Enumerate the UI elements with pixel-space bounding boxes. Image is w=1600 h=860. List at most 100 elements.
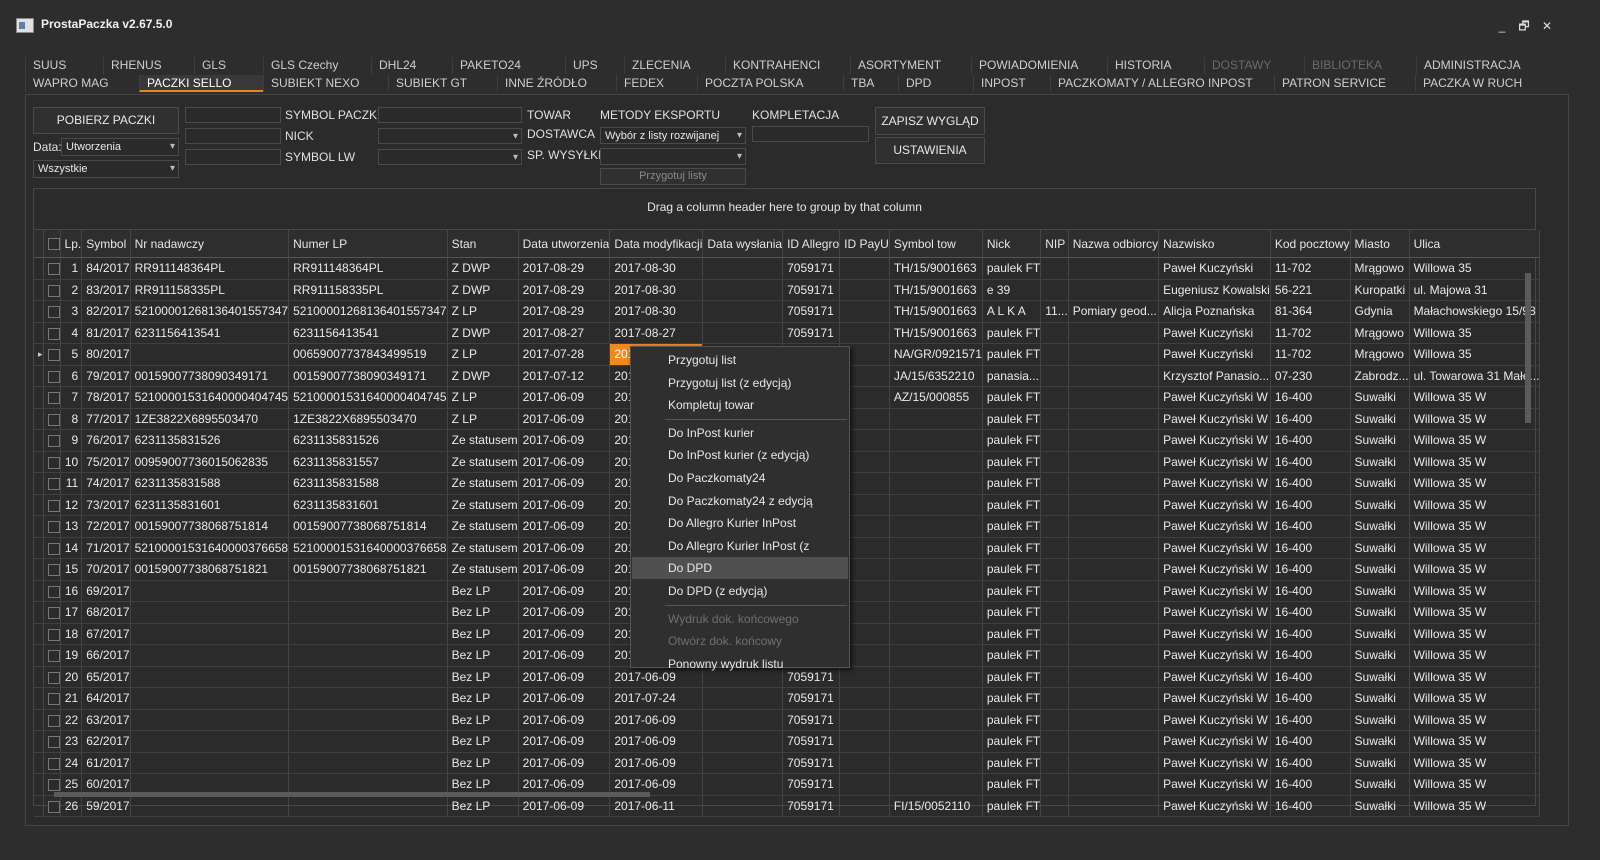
row-checkbox-cell[interactable] [43,515,61,538]
maximize-button[interactable]: 🗗 [1515,18,1533,34]
cell-kod[interactable]: 11-702 [1270,343,1351,366]
cell-nazwisko[interactable]: Paweł Kuczyński W [1158,494,1271,516]
row-checkbox[interactable] [47,542,60,555]
cell-symtow[interactable]: TH/15/9001663 [889,300,983,323]
column-header-data-utworzenia[interactable]: Data utworzenia [518,230,611,258]
cell-ulica[interactable]: ul. Towarowa 31 Małe... [1409,365,1541,387]
cell-kod[interactable]: 81-364 [1270,300,1351,323]
tab-gls[interactable]: GLS [194,57,263,74]
cell-symtow[interactable]: TH/15/9001663 [889,257,983,280]
cell-kod[interactable]: 16-400 [1270,558,1351,581]
row-checkbox[interactable] [47,671,60,684]
cell-nip[interactable] [1040,601,1069,624]
cell-nazwisko[interactable]: Paweł Kuczyński W [1158,666,1271,688]
cell-payu[interactable] [839,730,890,753]
menu-item-przygotuj-list[interactable]: Przygotuj list [632,349,848,371]
tab-paczka-w-ruch[interactable]: PACZKA W RUCH [1415,75,1565,92]
cell-lp[interactable]: 3 [60,300,83,323]
cell-ulica[interactable]: Willowa 35 W [1409,494,1541,516]
cell-nip[interactable] [1040,687,1069,710]
cell-created[interactable]: 2017-06-09 [518,537,611,559]
cell-nr[interactable]: 6231156413541 [130,322,290,344]
cell-nick[interactable]: paulek FT [982,408,1042,430]
row-checkbox-cell[interactable] [43,709,61,731]
cell-nick[interactable]: paulek FT [982,386,1042,409]
tab-inne-źródło[interactable]: INNE ŹRÓDŁO [497,75,616,92]
menu-item-do-inpost-kurier-z-edycj[interactable]: Do InPost kurier (z edycją) [632,444,848,466]
cell-lp[interactable]: 14 [60,537,83,559]
close-button[interactable]: ✕ [1538,18,1556,34]
cell-nick[interactable]: paulek FT [982,687,1042,710]
cell-miasto[interactable]: Suwałki [1350,752,1410,774]
cell-symtow[interactable]: TH/15/9001663 [889,279,983,301]
cell-nazwisko[interactable]: Paweł Kuczyński W [1158,580,1271,602]
cell-modified[interactable]: 2017-06-09 [609,752,704,774]
cell-kod[interactable]: 07-230 [1270,365,1351,387]
cell-odbiorca[interactable] [1068,580,1160,602]
row-checkbox-cell[interactable] [43,343,61,366]
cell-payu[interactable] [839,752,890,774]
cell-nazwisko[interactable]: Paweł Kuczyński W [1158,752,1271,774]
cell-kod[interactable]: 11-702 [1270,257,1351,280]
cell-nip[interactable] [1040,558,1069,581]
cell-symbol[interactable]: 69/2017 [81,580,131,602]
tab-paczki-sello[interactable]: PACZKI SELLO [139,75,263,92]
search-input-2[interactable] [185,128,281,144]
cell-nip[interactable] [1040,386,1069,409]
cell-kod[interactable]: 16-400 [1270,386,1351,409]
cell-ulica[interactable]: Willowa 35 [1409,343,1541,366]
cell-miasto[interactable]: Suwałki [1350,709,1410,731]
cell-nick[interactable]: paulek FT [982,558,1042,581]
cell-nick[interactable]: paulek FT [982,343,1042,366]
row-checkbox[interactable] [47,435,60,448]
cell-kod[interactable]: 16-400 [1270,644,1351,667]
cell-created[interactable]: 2017-06-09 [518,408,611,430]
cell-ulica[interactable]: Willowa 35 W [1409,408,1541,430]
cell-ulica[interactable]: Willowa 35 W [1409,451,1541,473]
cell-lp_num[interactable] [288,730,448,753]
cell-symtow[interactable] [889,429,983,452]
cell-nick[interactable]: paulek FT [982,537,1042,559]
cell-nazwisko[interactable]: Paweł Kuczyński [1158,257,1271,280]
cell-created[interactable]: 2017-06-09 [518,515,611,538]
cell-kod[interactable]: 11-702 [1270,322,1351,344]
cell-stan[interactable]: Z DWP [447,257,519,280]
cell-lp_num[interactable]: 6231135831526 [288,429,448,452]
cell-created[interactable]: 2017-08-29 [518,279,611,301]
cell-miasto[interactable]: Suwałki [1350,429,1410,452]
cell-created[interactable]: 2017-07-12 [518,365,611,387]
cell-symbol[interactable]: 73/2017 [81,494,131,516]
cell-nick[interactable]: paulek FT [982,601,1042,624]
row-checkbox-cell[interactable] [43,494,61,516]
cell-created[interactable]: 2017-06-09 [518,429,611,452]
table-row[interactable]: 2 83/2017 RR911158335PL RR911158335PL Z DWP 2… [34,279,1541,301]
cell-nick[interactable]: e 39 [982,279,1042,301]
cell-lp_num[interactable]: 6231135831557 [288,451,448,473]
cell-symbol[interactable]: 72/2017 [81,515,131,538]
cell-ulica[interactable]: ul. Majowa 31 [1409,279,1541,301]
cell-nr[interactable]: 00159007738068751814 [130,515,290,538]
cell-sent[interactable] [702,279,784,301]
tab-powiadomienia[interactable]: POWIADOMIENIA [971,57,1107,74]
cell-lp[interactable]: 11 [60,472,83,495]
row-checkbox-cell[interactable] [43,322,61,344]
cell-kod[interactable]: 16-400 [1270,730,1351,753]
row-checkbox[interactable] [47,650,60,663]
row-checkbox[interactable] [47,521,60,534]
cell-created[interactable]: 2017-08-27 [518,322,611,344]
cell-odbiorca[interactable] [1068,558,1160,581]
cell-allegro[interactable]: 7059171 [782,730,841,753]
cell-symbol[interactable]: 81/2017 [81,322,131,344]
cell-kod[interactable]: 16-400 [1270,666,1351,688]
cell-lp[interactable]: 23 [60,730,83,753]
column-header-data-wys-ania[interactable]: Data wysłania [702,230,784,258]
tab-inpost[interactable]: INPOST [973,75,1050,92]
cell-nip[interactable] [1040,451,1069,473]
date-type-select[interactable]: Utworzenia [61,138,179,156]
cell-kod[interactable]: 56-221 [1270,279,1351,301]
cell-ulica[interactable]: Willowa 35 W [1409,472,1541,495]
cell-created[interactable]: 2017-06-09 [518,644,611,667]
cell-kod[interactable]: 16-400 [1270,451,1351,473]
cell-miasto[interactable]: Mrągowo [1350,343,1410,366]
cell-created[interactable]: 2017-08-29 [518,257,611,280]
